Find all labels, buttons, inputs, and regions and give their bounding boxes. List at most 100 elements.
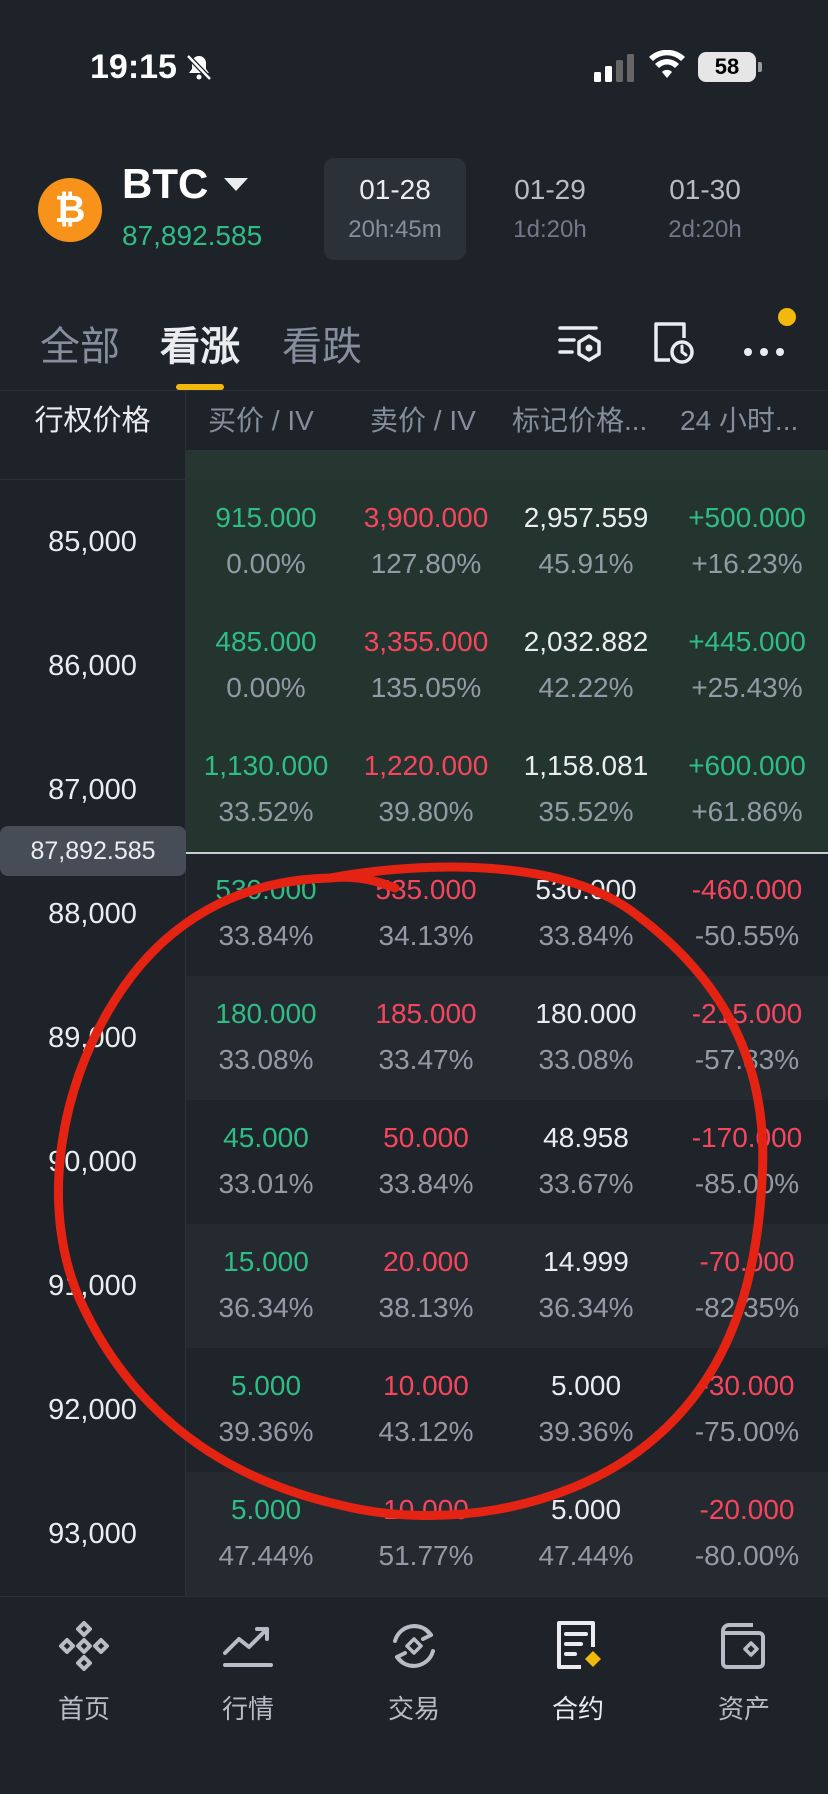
- cellular-signal-icon: [594, 54, 634, 82]
- ask-price: 185.000: [375, 998, 477, 1029]
- change-percent: -75.00%: [694, 1416, 800, 1447]
- bid-price: 5.000: [230, 1370, 302, 1401]
- ask-iv: 33.47%: [378, 1044, 474, 1075]
- instrument-header: ₿ BTC 87,892.585 01-28 20h:45m 01-29 1d:…: [0, 150, 828, 280]
- change-percent: -82.35%: [694, 1292, 800, 1323]
- ask-iv: 51.77%: [378, 1540, 474, 1571]
- mark-iv: 35.52%: [538, 796, 634, 827]
- bid-iv: 33.01%: [218, 1168, 314, 1199]
- ask-column-header: 卖价 / IV: [370, 405, 476, 436]
- table-row-partial: [0, 450, 828, 480]
- bid-iv: 39.36%: [218, 1416, 314, 1447]
- bid-price: 1,130.000: [203, 750, 329, 781]
- mark-iv: 39.36%: [538, 1416, 634, 1447]
- change-value: -20.000: [699, 1494, 795, 1525]
- bid-iv: 0.00%: [226, 548, 306, 579]
- strike-cell: 85,000: [0, 480, 186, 604]
- mark-iv: 45.91%: [538, 548, 634, 579]
- strike-column-header[interactable]: 行权价格: [0, 391, 186, 451]
- row-background: [186, 1100, 828, 1224]
- expiry-tab-0128[interactable]: 01-28 20h:45m: [324, 158, 466, 260]
- nav-assets[interactable]: 资产: [684, 1619, 804, 1726]
- battery-indicator: 58: [698, 52, 762, 82]
- bid-iv: 33.84%: [218, 920, 314, 951]
- status-bar: 19:15 58: [0, 0, 828, 130]
- bell-muted-icon: [186, 54, 212, 81]
- nav-home[interactable]: 首页: [24, 1619, 144, 1726]
- change-value: -215.000: [691, 998, 803, 1029]
- ask-price: 1,220.000: [363, 750, 489, 781]
- mark-price: 2,032.882: [523, 626, 649, 657]
- current-price-tag: 87,892.585: [0, 826, 186, 876]
- table-row[interactable]: 86,000 485.000 0.00% 3,355.000 135.05% 2,032.…: [0, 604, 828, 728]
- mark-iv: 36.34%: [538, 1292, 634, 1323]
- home-diamond-icon: [59, 1621, 109, 1671]
- change-value: +500.000: [688, 502, 806, 533]
- row-background: [186, 1224, 828, 1348]
- strike-cell: 93,000: [0, 1472, 186, 1596]
- change-percent: -50.55%: [694, 920, 800, 951]
- bid-column-header: 买价 / IV: [208, 405, 314, 436]
- change-value: -30.000: [699, 1370, 795, 1401]
- row-background: [186, 1348, 828, 1472]
- change-value: -70.000: [699, 1246, 795, 1277]
- bid-price: 15.000: [223, 1246, 309, 1277]
- tab-puts[interactable]: 看跌: [282, 314, 362, 372]
- bid-iv: 36.34%: [218, 1292, 314, 1323]
- expiry-date: 01-30: [669, 174, 741, 205]
- futures-doc-icon: [557, 1621, 601, 1669]
- table-row[interactable]: 90,000 45.000 33.01% 50.000 33.84% 48.958 33.6…: [0, 1100, 828, 1224]
- chevron-down-icon[interactable]: [224, 178, 248, 191]
- change-percent: +61.86%: [691, 796, 803, 827]
- ask-price: 3,355.000: [363, 626, 489, 657]
- ask-iv: 38.13%: [378, 1292, 474, 1323]
- ask-iv: 43.12%: [378, 1416, 474, 1447]
- table-row[interactable]: 89,000 180.000 33.08% 185.000 33.47% 180.000 3…: [0, 976, 828, 1100]
- ask-iv: 135.05%: [370, 672, 482, 703]
- table-row[interactable]: 93,000 5.000 47.44% 10.000 51.77% 5.000 47.44%…: [0, 1472, 828, 1596]
- bottom-navigation: 首页 行情 交易 合约 资产: [0, 1596, 828, 1794]
- row-background: [186, 976, 828, 1100]
- ask-price: 535.000: [375, 874, 477, 905]
- option-chain-table: 85,000 915.000 0.00% 3,900.000 127.80% 2,957.…: [0, 450, 828, 1596]
- table-header: 行权价格 买价 / IV 卖价 / IV 标记价格... 24 小时...: [0, 390, 828, 451]
- current-price-line: [186, 852, 828, 854]
- coin-selector[interactable]: BTC: [122, 160, 208, 208]
- mark-price: 5.000: [550, 1494, 622, 1525]
- change-value: -170.000: [691, 1122, 803, 1153]
- table-row[interactable]: 92,000 5.000 39.36% 10.000 43.12% 5.000 39.36%…: [0, 1348, 828, 1472]
- expiry-countdown: 1d:20h: [513, 216, 587, 243]
- expiry-tab-0130[interactable]: 01-30 2d:20h: [634, 158, 776, 260]
- tab-calls[interactable]: 看涨: [160, 314, 240, 372]
- ask-iv: 33.84%: [378, 1168, 474, 1199]
- nav-futures[interactable]: 合约: [518, 1619, 638, 1726]
- bid-price: 45.000: [223, 1122, 309, 1153]
- bitcoin-icon: ₿: [38, 178, 102, 242]
- strike-cell: [0, 450, 186, 480]
- bid-iv: 33.52%: [218, 796, 314, 827]
- bid-iv: 0.00%: [226, 672, 306, 703]
- table-row[interactable]: 85,000 915.000 0.00% 3,900.000 127.80% 2,957.…: [0, 480, 828, 604]
- bid-iv: 47.44%: [218, 1540, 314, 1571]
- more-options-icon[interactable]: [740, 318, 788, 366]
- tab-all[interactable]: 全部: [40, 314, 120, 372]
- nav-trade[interactable]: 交易: [354, 1619, 474, 1726]
- bid-price: 530.000: [215, 874, 317, 905]
- nav-market-label: 行情: [221, 1694, 274, 1724]
- nav-assets-label: 资产: [717, 1694, 770, 1724]
- nav-market[interactable]: 行情: [188, 1619, 308, 1726]
- ask-iv: 39.80%: [378, 796, 474, 827]
- bid-price: 915.000: [215, 502, 317, 533]
- status-time: 19:15: [90, 48, 177, 86]
- table-row[interactable]: 91,000 15.000 36.34% 20.000 38.13% 14.999 36.3…: [0, 1224, 828, 1348]
- strike-cell: 89,000: [0, 976, 186, 1100]
- row-background: [186, 852, 828, 976]
- filter-settings-icon[interactable]: [556, 318, 604, 366]
- ask-iv: 34.13%: [378, 920, 474, 951]
- order-history-icon[interactable]: [648, 318, 696, 366]
- expiry-tab-0129[interactable]: 01-29 1d:20h: [479, 158, 621, 260]
- wifi-icon: [649, 50, 685, 78]
- nav-home-label: 首页: [57, 1694, 110, 1724]
- expiry-date: 01-28: [359, 174, 431, 205]
- change-value: +600.000: [688, 750, 806, 781]
